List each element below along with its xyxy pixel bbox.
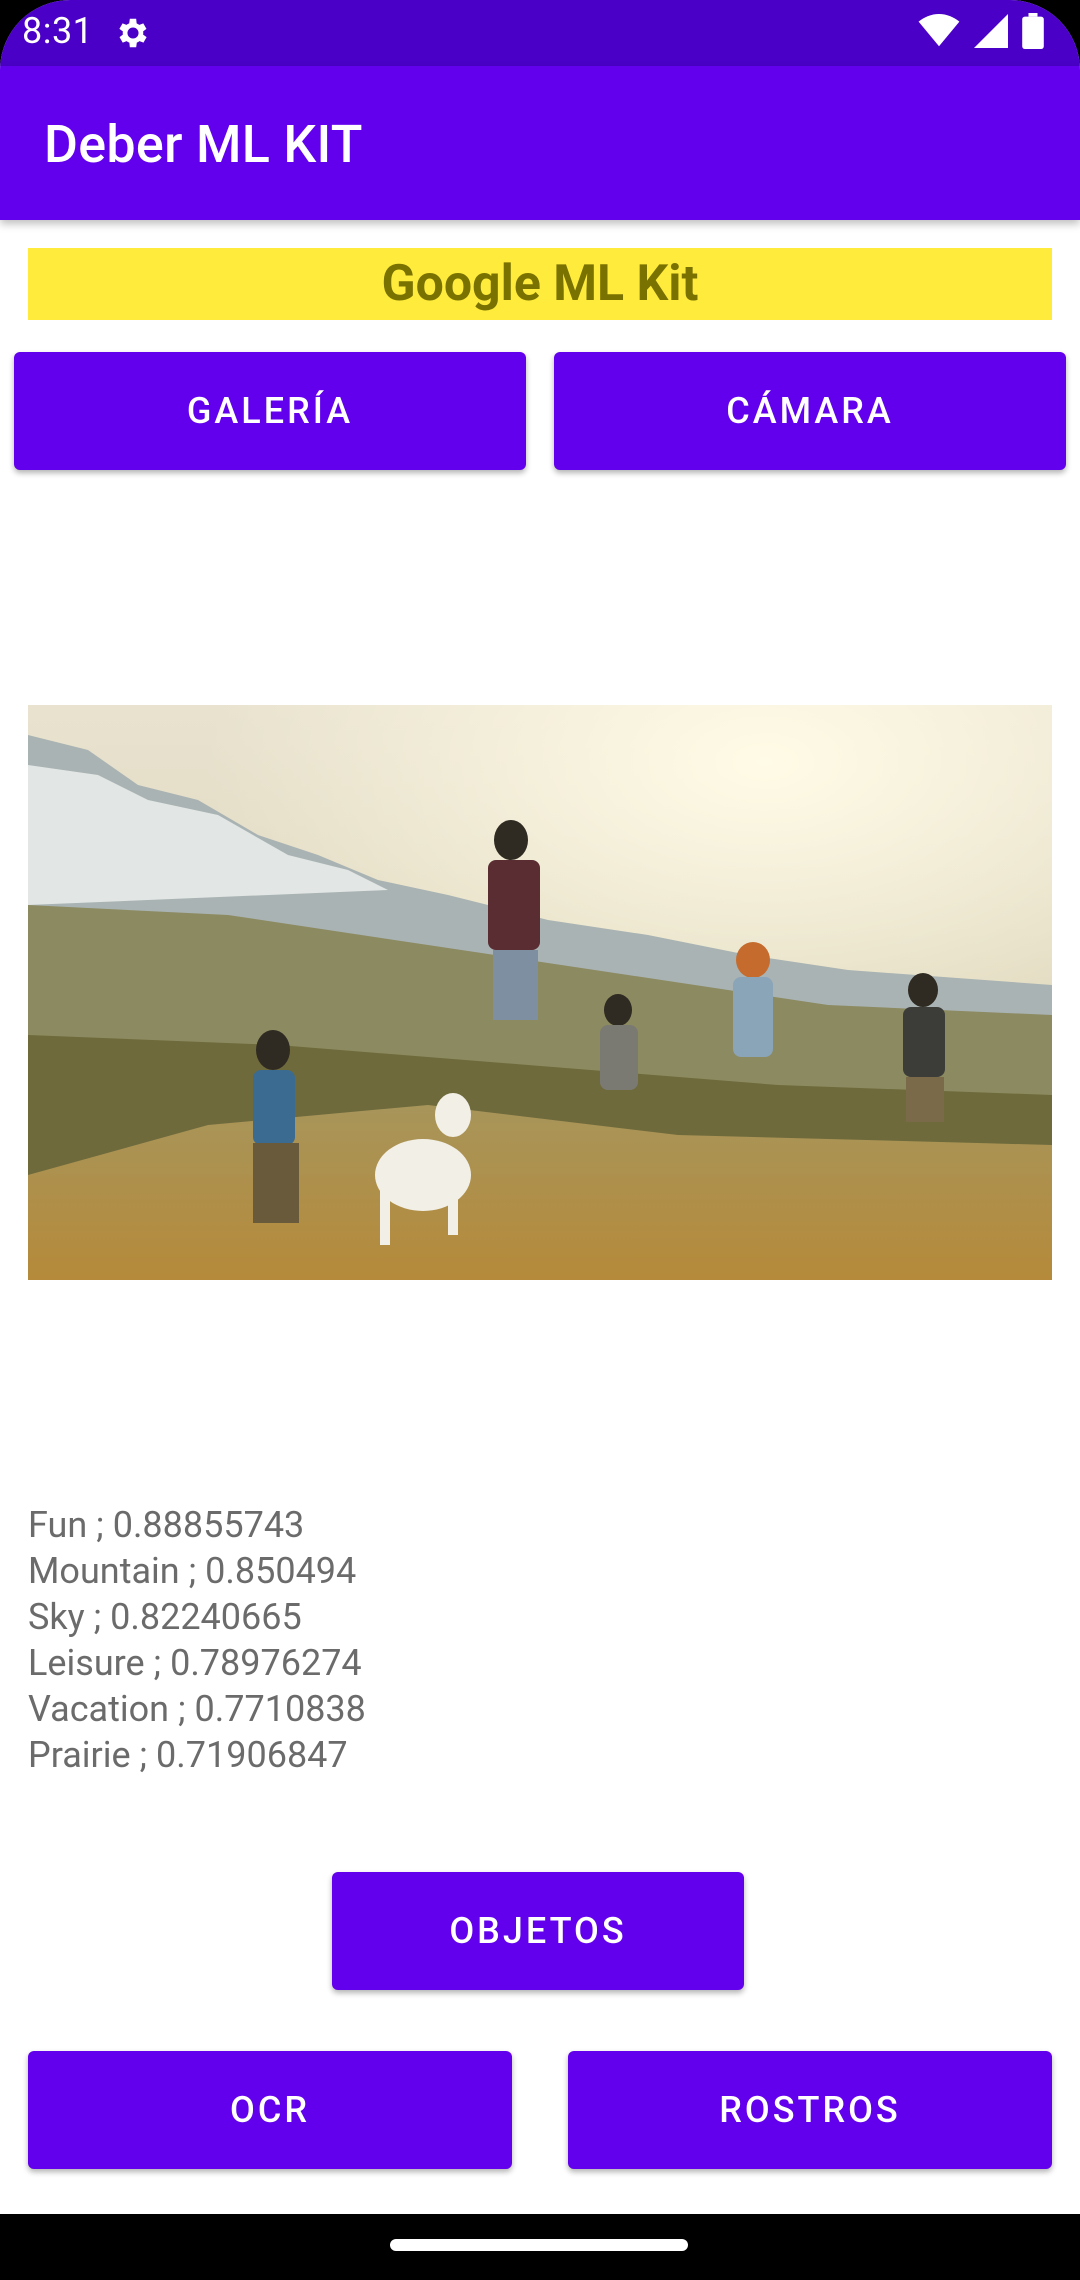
home-gesture-handle[interactable] xyxy=(390,2239,688,2251)
status-bar: 8:31 xyxy=(0,0,1080,66)
gallery-button[interactable]: GALERÍA xyxy=(14,352,526,470)
battery-icon xyxy=(1022,13,1044,49)
system-icons xyxy=(918,13,1044,49)
selected-photo xyxy=(28,705,1052,1280)
cell-signal-icon xyxy=(974,14,1008,48)
result-line: Sky ; 0.82240665 xyxy=(28,1596,302,1638)
result-line: Prairie ; 0.71906847 xyxy=(28,1734,348,1776)
app-screen: 8:31 Deber ML KIT Google ML Kit GALERÍA … xyxy=(0,0,1080,2280)
result-line: Fun ; 0.88855743 xyxy=(28,1504,305,1546)
objects-button[interactable]: OBJETOS xyxy=(332,1872,744,1990)
status-time: 8:31 xyxy=(22,10,94,52)
faces-button[interactable]: ROSTROS xyxy=(568,2051,1052,2169)
photo-image xyxy=(28,705,1052,1280)
result-line: Mountain ; 0.850494 xyxy=(28,1550,357,1592)
app-title: Deber ML KIT xyxy=(44,114,363,175)
results-list: Fun ; 0.88855743 Mountain ; 0.850494 Sky… xyxy=(28,1502,366,1778)
result-line: Leisure ; 0.78976274 xyxy=(28,1642,362,1684)
app-bar: Deber ML KIT xyxy=(0,66,1080,220)
wifi-icon xyxy=(918,14,960,47)
settings-gear-icon xyxy=(119,18,147,48)
ocr-button[interactable]: OCR xyxy=(28,2051,512,2169)
camera-button[interactable]: CÁMARA xyxy=(554,352,1066,470)
result-line: Vacation ; 0.7710838 xyxy=(28,1688,366,1730)
banner-title: Google ML Kit xyxy=(28,248,1052,320)
